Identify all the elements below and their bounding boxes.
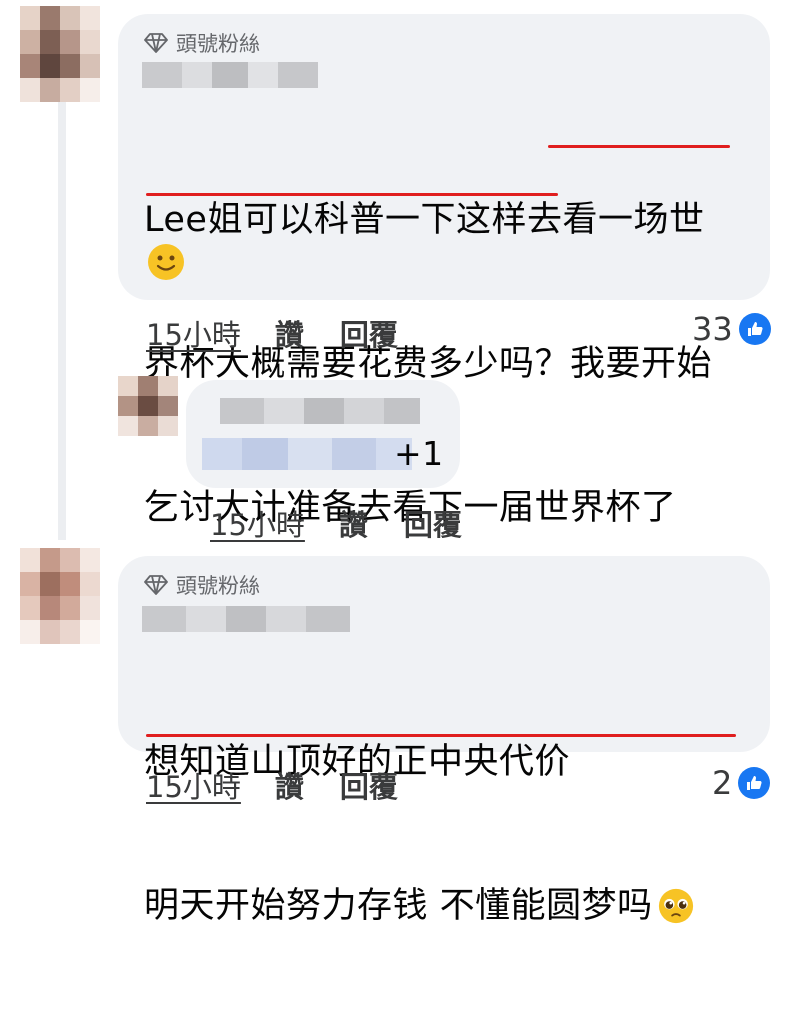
like-button[interactable]: 讚 bbox=[275, 764, 304, 806]
author-name[interactable] bbox=[220, 398, 420, 424]
comment-actions: 15小時 讚 回覆 bbox=[146, 312, 398, 354]
author-name[interactable] bbox=[142, 62, 318, 88]
thumbs-up-icon bbox=[738, 767, 771, 799]
reply-bubble: +1 bbox=[186, 380, 460, 488]
badge-label: 頭號粉絲 bbox=[176, 574, 260, 598]
badge-label: 頭號粉絲 bbox=[176, 32, 260, 56]
timestamp-link[interactable]: 15小時 bbox=[210, 502, 305, 544]
avatar[interactable] bbox=[20, 6, 100, 102]
diamond-icon bbox=[144, 575, 168, 595]
comment-text: Lee姐可以科普一下这样去看一场世 界杯大概需要花费多少吗？我要开始 乞讨大计准… bbox=[144, 200, 713, 528]
diamond-icon bbox=[144, 33, 168, 53]
top-fan-badge: 頭號粉絲 bbox=[144, 570, 260, 600]
pleading-face-icon bbox=[658, 888, 693, 924]
timestamp-link[interactable]: 15小時 bbox=[146, 312, 241, 354]
like-button[interactable]: 讚 bbox=[275, 312, 304, 354]
reply-button[interactable]: 回覆 bbox=[404, 502, 462, 544]
like-button[interactable]: 讚 bbox=[339, 502, 368, 544]
author-name[interactable] bbox=[142, 606, 350, 632]
thread-line bbox=[58, 100, 66, 540]
timestamp-link[interactable]: 15小時 bbox=[146, 764, 241, 806]
comment-actions: 15小時 讚 回覆 bbox=[146, 764, 398, 806]
reaction-count[interactable]: 2 bbox=[712, 764, 771, 802]
reply-text-blurred bbox=[202, 438, 412, 470]
highlight-underline bbox=[146, 193, 558, 196]
top-fan-badge: 頭號粉絲 bbox=[144, 28, 260, 58]
highlight-underline bbox=[548, 145, 730, 148]
comment-actions: 15小時 讚 回覆 bbox=[210, 502, 462, 544]
reaction-count[interactable]: 33 bbox=[692, 310, 771, 348]
comment-bubble: 頭號粉絲 想知道山顶好的正中央代价 明天开始努力存钱 不懂能圆梦吗 bbox=[118, 556, 770, 926]
comment-bubble: 頭號粉絲 Lee姐可以科普一下这样去看一场世 界杯大概需要花费多少吗？我要开始 … bbox=[118, 14, 770, 528]
smiling-face-icon bbox=[148, 244, 184, 280]
reaction-number: 33 bbox=[692, 310, 733, 348]
reply-button[interactable]: 回覆 bbox=[340, 764, 398, 806]
avatar[interactable] bbox=[118, 376, 178, 436]
comment-text: 想知道山顶好的正中央代价 明天开始努力存钱 不懂能圆梦吗 bbox=[144, 642, 695, 1026]
reaction-number: 2 bbox=[712, 764, 733, 802]
avatar[interactable] bbox=[20, 548, 100, 644]
highlight-underline bbox=[146, 734, 736, 737]
reply-text: +1 bbox=[394, 434, 444, 473]
thumbs-up-icon bbox=[738, 313, 771, 345]
reply-button[interactable]: 回覆 bbox=[340, 312, 398, 354]
